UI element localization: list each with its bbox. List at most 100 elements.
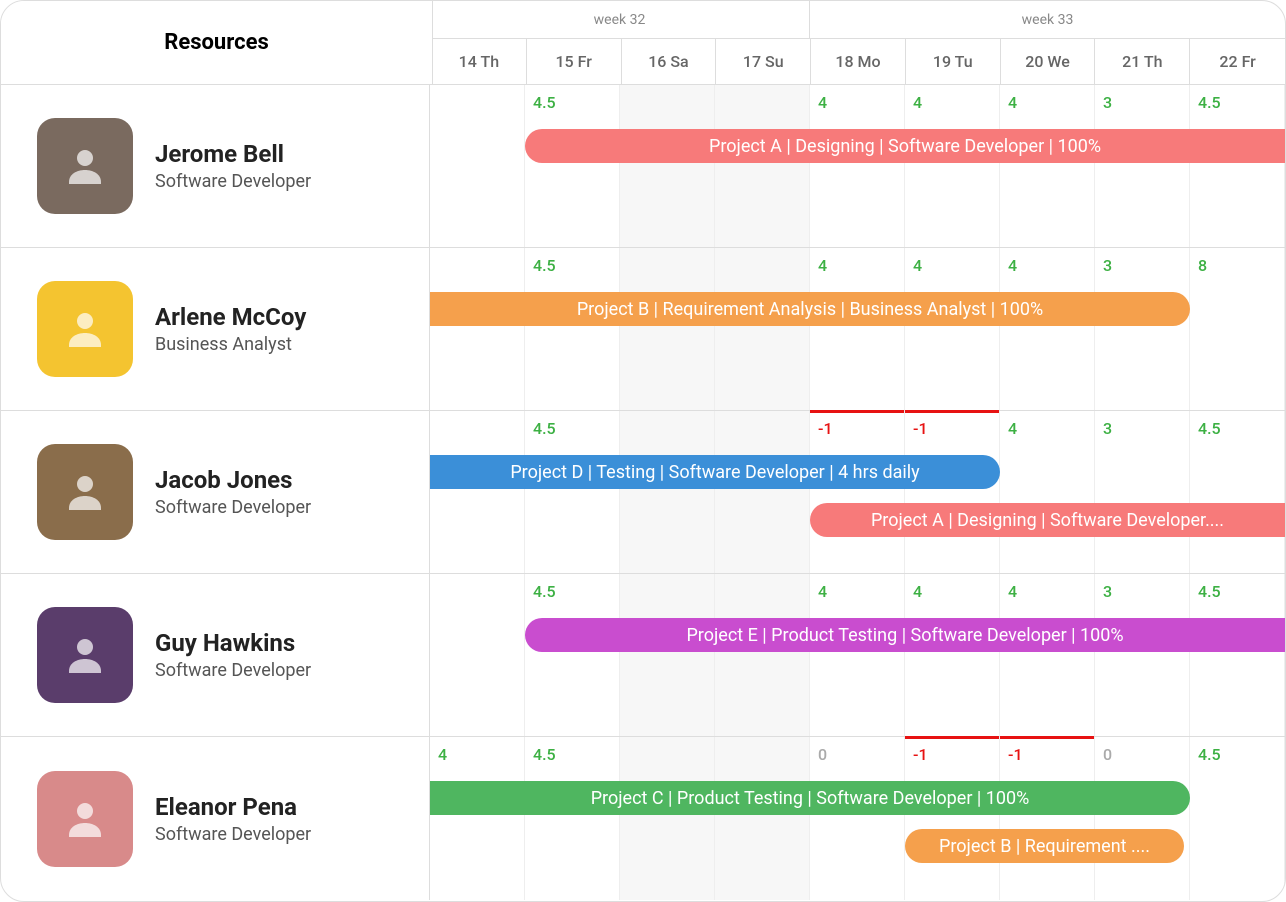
- timeline-cell[interactable]: 0: [1095, 737, 1190, 900]
- timeline-cell[interactable]: 4: [905, 574, 1000, 736]
- timeline-cell[interactable]: -1: [1000, 737, 1095, 900]
- timeline-cell[interactable]: 4.5: [525, 85, 620, 247]
- timeline-cell[interactable]: [715, 574, 810, 736]
- timeline-cell[interactable]: 4: [1000, 85, 1095, 247]
- timeline-cell[interactable]: -1: [905, 737, 1000, 900]
- day-header-cell[interactable]: 15 Fr: [527, 39, 622, 84]
- resource-name: Eleanor Pena: [155, 793, 311, 821]
- resource-info[interactable]: Jacob JonesSoftware Developer: [1, 411, 430, 573]
- timeline-cell[interactable]: 3: [1095, 85, 1190, 247]
- timeline-cell[interactable]: 4: [1000, 411, 1095, 573]
- task-bar[interactable]: Project B | Requirement ....: [905, 829, 1184, 863]
- timeline-cell[interactable]: [715, 411, 810, 573]
- hours-value: 4: [1008, 582, 1017, 601]
- timeline-cell[interactable]: [620, 737, 715, 900]
- overload-indicator: [1000, 736, 1094, 739]
- task-bar[interactable]: Project E | Product Testing | Software D…: [525, 618, 1285, 652]
- timeline-cell[interactable]: [715, 85, 810, 247]
- timeline-cell[interactable]: [620, 248, 715, 410]
- hours-value: 4: [1008, 93, 1017, 112]
- timeline-cell[interactable]: 4: [430, 737, 525, 900]
- day-header-cell[interactable]: 16 Sa: [622, 39, 717, 84]
- hours-value: 4.5: [533, 745, 556, 764]
- task-bar[interactable]: Project A | Designing | Software Develop…: [810, 503, 1285, 537]
- avatar: [37, 118, 133, 214]
- hours-value: 4.5: [533, 582, 556, 601]
- day-header-cell[interactable]: 14 Th: [432, 39, 527, 84]
- timeline-cell[interactable]: -1: [905, 411, 1000, 573]
- timeline[interactable]: 4.544434.5Project A | Designing | Softwa…: [430, 85, 1285, 247]
- resource-info[interactable]: Eleanor PenaSoftware Developer: [1, 737, 430, 900]
- resource-name: Guy Hawkins: [155, 629, 311, 657]
- timeline-cell[interactable]: 3: [1095, 574, 1190, 736]
- timeline-cell[interactable]: 8: [1190, 248, 1285, 410]
- hours-value: -1: [913, 419, 928, 438]
- timeline-cell[interactable]: 4: [1000, 248, 1095, 410]
- timeline-cell[interactable]: 3: [1095, 411, 1190, 573]
- timeline-cell[interactable]: -1: [810, 411, 905, 573]
- task-bar[interactable]: Project D | Testing | Software Developer…: [430, 455, 1000, 489]
- hours-value: 3: [1103, 582, 1112, 601]
- timeline-cell[interactable]: [620, 574, 715, 736]
- timeline-cell[interactable]: 4: [905, 248, 1000, 410]
- timeline-cell[interactable]: 4: [810, 574, 905, 736]
- hours-value: 0: [818, 745, 827, 764]
- timeline-cell[interactable]: 4: [810, 248, 905, 410]
- task-bar[interactable]: Project C | Product Testing | Software D…: [430, 781, 1190, 815]
- day-header-cell[interactable]: 18 Mo: [811, 39, 906, 84]
- resource-role: Software Developer: [155, 660, 311, 681]
- timeline-cell[interactable]: [715, 737, 810, 900]
- resource-row: Arlene McCoyBusiness Analyst4.544438Proj…: [1, 248, 1285, 411]
- overload-indicator: [905, 736, 999, 739]
- timeline-cell[interactable]: [430, 85, 525, 247]
- resource-info[interactable]: Arlene McCoyBusiness Analyst: [1, 248, 430, 410]
- resource-info[interactable]: Jerome BellSoftware Developer: [1, 85, 430, 247]
- timeline-cell[interactable]: [430, 574, 525, 736]
- avatar: [37, 607, 133, 703]
- day-header-cell[interactable]: 19 Tu: [906, 39, 1001, 84]
- timeline-cell[interactable]: 4.5: [525, 411, 620, 573]
- timeline-cell[interactable]: [620, 411, 715, 573]
- timeline-cell[interactable]: [715, 248, 810, 410]
- week-label: week 33: [810, 1, 1285, 38]
- timeline-cell[interactable]: 4: [810, 85, 905, 247]
- timeline[interactable]: 4.544434.5Project E | Product Testing | …: [430, 574, 1285, 736]
- hours-value: 4.5: [1198, 745, 1221, 764]
- hours-value: 8: [1198, 256, 1207, 275]
- task-bar[interactable]: Project B | Requirement Analysis | Busin…: [430, 292, 1190, 326]
- day-header-cell[interactable]: 17 Su: [716, 39, 811, 84]
- resource-info[interactable]: Guy Hawkins Software Developer: [1, 574, 430, 736]
- day-header-cell[interactable]: 20 We: [1001, 39, 1096, 84]
- hours-value: 4: [818, 582, 827, 601]
- timeline[interactable]: 44.50-1-104.5Project C | Product Testing…: [430, 737, 1285, 900]
- timeline-cell[interactable]: 0: [810, 737, 905, 900]
- timeline-cell[interactable]: 4.5: [1190, 574, 1285, 736]
- hours-value: 3: [1103, 256, 1112, 275]
- resource-row: Guy HawkinsSoftware Developer4.544434.5P…: [1, 574, 1285, 737]
- hours-value: 4: [438, 745, 447, 764]
- timeline-cell[interactable]: 3: [1095, 248, 1190, 410]
- timeline-cell[interactable]: 4.5: [1190, 411, 1285, 573]
- timeline-cell[interactable]: 4: [905, 85, 1000, 247]
- day-header-cell[interactable]: 22 Fr: [1190, 39, 1285, 84]
- overload-indicator: [905, 410, 999, 413]
- resource-role: Software Developer: [155, 171, 311, 192]
- task-bar[interactable]: Project A | Designing | Software Develop…: [525, 129, 1285, 163]
- timeline-cell[interactable]: 4.5: [525, 737, 620, 900]
- timeline-cell[interactable]: 4.5: [525, 574, 620, 736]
- hours-value: 4.5: [533, 93, 556, 112]
- timeline-cell[interactable]: 4.5: [1190, 85, 1285, 247]
- day-header-cell[interactable]: 21 Th: [1095, 39, 1190, 84]
- timeline-cell[interactable]: [620, 85, 715, 247]
- timeline-cell[interactable]: 4.5: [1190, 737, 1285, 900]
- hours-value: -1: [913, 745, 928, 764]
- timeline-cell[interactable]: 4: [1000, 574, 1095, 736]
- timeline[interactable]: 4.544438Project B | Requirement Analysis…: [430, 248, 1285, 410]
- hours-value: 4: [913, 93, 922, 112]
- timeline-cell[interactable]: [430, 411, 525, 573]
- hours-value: 4: [818, 93, 827, 112]
- timeline-cell[interactable]: [430, 248, 525, 410]
- timeline[interactable]: 4.5-1-1434.5Project D | Testing | Softwa…: [430, 411, 1285, 573]
- timeline-cell[interactable]: 4.5: [525, 248, 620, 410]
- hours-value: 4.5: [533, 419, 556, 438]
